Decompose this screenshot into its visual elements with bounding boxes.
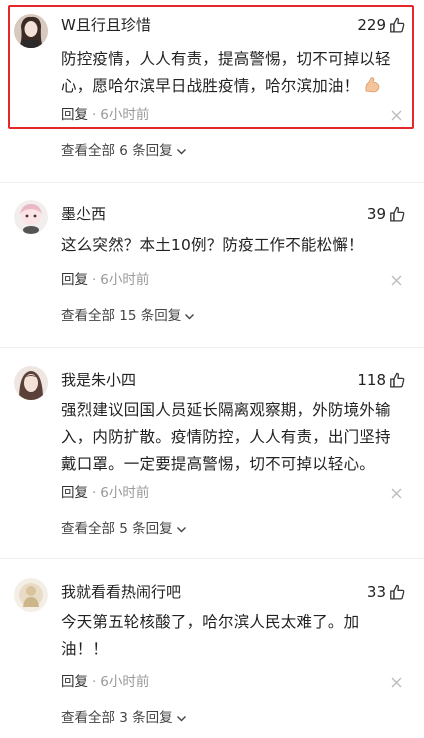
reply-button[interactable]: 回复 xyxy=(61,106,88,124)
view-all-replies-button[interactable]: 查看全部 3 条回复 xyxy=(61,709,187,727)
like-count: 118 xyxy=(357,371,386,389)
like-count: 33 xyxy=(366,583,386,601)
separator: · xyxy=(92,272,97,288)
divider xyxy=(0,347,424,348)
close-icon[interactable] xyxy=(391,488,402,499)
comment-item: 我就看看热闹行吧 33 今天第五轮核酸了，哈尔滨人民太难了。加油！！ 回复 · … xyxy=(0,572,424,738)
thumbs-up-icon xyxy=(390,17,405,33)
comment-meta: 回复 · 6小时前 xyxy=(61,271,149,289)
like-count: 39 xyxy=(366,205,386,223)
view-all-replies-label: 查看全部 5 条回复 xyxy=(61,521,173,537)
avatar[interactable] xyxy=(14,366,48,400)
timestamp: 6小时前 xyxy=(100,107,150,123)
reply-button[interactable]: 回复 xyxy=(61,673,88,691)
comment-text: 今天第五轮核酸了，哈尔滨人民太难了。加油！！ xyxy=(61,613,360,658)
thumbs-up-icon xyxy=(390,372,405,388)
thumbs-up-icon xyxy=(390,206,405,222)
comment-item: W且行且珍惜 229 防控疫情，人人有责，提高警惕，切不可掉以轻心，愿哈尔滨早日… xyxy=(0,0,424,170)
chevron-down-icon xyxy=(176,148,186,154)
like-button[interactable]: 39 xyxy=(367,204,406,224)
comment-item: 我是朱小四 118 强烈建议回国人员延长隔离观察期，外防境外输入，内防扩散。疫情… xyxy=(0,362,424,542)
comment-text: 这么突然？本土10例？防疫工作不能松懈！ xyxy=(61,236,364,254)
avatar[interactable] xyxy=(14,14,48,48)
like-button[interactable]: 229 xyxy=(357,15,406,35)
timestamp: 6小时前 xyxy=(100,674,150,690)
comment-meta: 回复 · 6小时前 xyxy=(61,484,149,502)
comment-meta: 回复 · 6小时前 xyxy=(61,106,149,124)
view-all-replies-label: 查看全部 15 条回复 xyxy=(61,308,182,324)
view-all-replies-button[interactable]: 查看全部 5 条回复 xyxy=(61,520,187,538)
separator: · xyxy=(92,674,97,690)
comment-text: 强烈建议回国人员延长隔离观察期，外防境外输入，内防扩散。疫情防控，人人有责，出门… xyxy=(61,401,391,473)
username[interactable]: 我就看看热闹行吧 xyxy=(61,582,181,602)
reply-button[interactable]: 回复 xyxy=(61,271,88,289)
timestamp: 6小时前 xyxy=(100,272,150,288)
close-icon[interactable] xyxy=(391,677,402,688)
chevron-down-icon xyxy=(185,313,195,319)
username[interactable]: W且行且珍惜 xyxy=(61,15,151,35)
like-count: 229 xyxy=(357,16,386,34)
view-all-replies-label: 查看全部 6 条回复 xyxy=(61,143,173,159)
view-all-replies-label: 查看全部 3 条回复 xyxy=(61,710,173,726)
separator: · xyxy=(92,485,97,501)
reply-button[interactable]: 回复 xyxy=(61,484,88,502)
thumbs-up-icon xyxy=(390,584,405,600)
like-button[interactable]: 118 xyxy=(357,370,406,390)
chevron-down-icon xyxy=(176,526,186,532)
timestamp: 6小时前 xyxy=(100,485,150,501)
close-icon[interactable] xyxy=(391,110,402,121)
chevron-down-icon xyxy=(176,715,186,721)
separator: · xyxy=(92,107,97,123)
avatar[interactable] xyxy=(14,200,48,234)
comment-text: 防控疫情，人人有责，提高警惕，切不可掉以轻心，愿哈尔滨早日战胜疫情，哈尔滨加油！ xyxy=(61,46,406,103)
username[interactable]: 墨尐西 xyxy=(61,204,106,224)
comment-item: 墨尐西 39 这么突然？本土10例？防疫工作不能松懈！ 回复 · 6小时前 查看… xyxy=(0,195,424,335)
close-icon[interactable] xyxy=(391,275,402,286)
comment-meta: 回复 · 6小时前 xyxy=(61,673,149,691)
divider xyxy=(0,182,424,183)
divider xyxy=(0,558,424,559)
view-all-replies-button[interactable]: 查看全部 15 条回复 xyxy=(61,307,195,325)
username[interactable]: 我是朱小四 xyxy=(61,370,136,390)
comment-list: W且行且珍惜 229 防控疫情，人人有责，提高警惕，切不可掉以轻心，愿哈尔滨早日… xyxy=(0,0,424,738)
comment-text-body: 防控疫情，人人有责，提高警惕，切不可掉以轻心，愿哈尔滨早日战胜疫情，哈尔滨加油！ xyxy=(61,50,391,95)
like-button[interactable]: 33 xyxy=(367,582,406,602)
flexed-biceps-icon xyxy=(363,76,381,103)
view-all-replies-button[interactable]: 查看全部 6 条回复 xyxy=(61,142,187,160)
avatar[interactable] xyxy=(14,578,48,612)
